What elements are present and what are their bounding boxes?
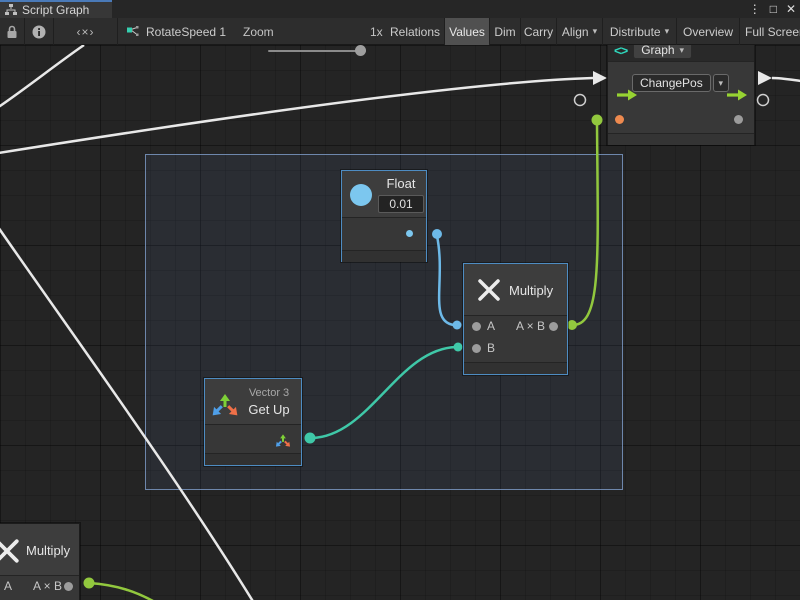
float-node-header: Float 0.01 (342, 171, 426, 218)
maximize-button[interactable]: □ (770, 0, 777, 18)
dim-toggle[interactable]: Dim (490, 18, 521, 45)
toolbar: ‹×› RotateSpeed 1 Zoom 1x Relations Valu… (0, 18, 800, 45)
graph-node-footer (608, 133, 754, 145)
wire-multiply-to-changepos[interactable] (572, 124, 598, 325)
graph-breadcrumb[interactable]: RotateSpeed 1 (127, 18, 226, 45)
tab-title: Script Graph (22, 3, 89, 17)
relations-toggle[interactable]: Relations (386, 18, 445, 45)
float-value-input[interactable]: 0.01 (378, 195, 424, 213)
zoom-slider-handle[interactable] (355, 45, 366, 56)
vector3-icon (211, 388, 239, 416)
multiply-icon (0, 538, 20, 564)
multiply-node[interactable]: Multiply A A × B B (463, 263, 568, 375)
multiply-out-port[interactable] (549, 322, 558, 331)
zoom-value: 1x (370, 25, 383, 39)
chevron-down-icon: ▾ (593, 26, 598, 37)
float-node-body (342, 218, 426, 250)
wire-float-to-multiply-a[interactable] (437, 236, 454, 325)
lock-button[interactable] (0, 18, 25, 45)
flow-wire-to-graph-node[interactable] (0, 78, 593, 154)
multiply-b-port[interactable] (472, 344, 481, 353)
changepos-caret-button[interactable]: ▾ (713, 74, 729, 92)
multiply-output-label: A × B (509, 319, 545, 333)
values-toggle[interactable]: Values (445, 18, 490, 45)
multiply-node-footer (464, 362, 567, 374)
float-node-footer (342, 250, 426, 262)
multiply2-out-port[interactable] (64, 582, 73, 591)
wire-end-multiply-a (453, 321, 462, 330)
multiply-node-body: A A × B B (464, 316, 567, 362)
distribute-dropdown[interactable]: Distribute▾ (603, 18, 677, 45)
fullscreen-button[interactable]: Full Screen (740, 18, 800, 45)
float-node[interactable]: Float 0.01 (341, 170, 427, 262)
multiply2-node-title: Multiply (26, 543, 70, 558)
vector-node-type: Vector 3 (241, 387, 297, 399)
lock-icon (6, 25, 18, 39)
wire-end-changepos (592, 115, 603, 126)
multiply2-body: A A × B (0, 576, 79, 600)
value-out-port[interactable] (734, 115, 743, 124)
unconnected-port-ring-left[interactable] (575, 95, 586, 106)
tab-bar: Script Graph ⋮ □ ✕ (0, 0, 800, 18)
wire-end-multiply-b (454, 343, 463, 352)
multiply2-a-label: A (4, 579, 12, 593)
graph-node-body: ChangePos ▾ (608, 62, 754, 133)
multiply-b-label: B (487, 341, 495, 355)
graph-asset-icon (127, 26, 139, 38)
unconnected-port-ring-right[interactable] (758, 95, 769, 106)
wire-end-multiply-out (567, 320, 577, 330)
multiply2-output-label: A × B (26, 579, 62, 593)
changepos-dropdown[interactable]: ChangePos (632, 74, 711, 92)
code-brackets-icon: ‹×› (77, 25, 95, 39)
changepos-label: ChangePos (640, 75, 703, 91)
script-graph-window: <> Graph▾ ChangePos ▾ Float 0.01 (0, 0, 800, 600)
close-button[interactable]: ✕ (786, 0, 796, 18)
vector3-out-port-icon[interactable] (275, 431, 291, 447)
code-preview-button[interactable]: ‹×› (54, 18, 118, 45)
flow-wire-topleft[interactable] (0, 45, 84, 110)
chevron-down-icon: ▾ (718, 78, 723, 89)
wire-end-multiply2-out (84, 578, 95, 589)
tab-script-graph[interactable]: Script Graph (0, 0, 112, 18)
info-icon (32, 25, 46, 39)
vector-node-footer (205, 453, 301, 465)
multiply-icon (477, 278, 501, 302)
float-node-title: Float (378, 176, 424, 191)
overview-button[interactable]: Overview (677, 18, 740, 45)
carry-toggle[interactable]: Carry (521, 18, 557, 45)
vector-node-header: Vector 3 Get Up (205, 379, 301, 425)
graph-name-label: RotateSpeed 1 (146, 25, 226, 39)
float-type-icon (350, 184, 372, 206)
multiply-a-port[interactable] (472, 322, 481, 331)
align-dropdown[interactable]: Align▾ (557, 18, 603, 45)
zoom-label: Zoom (243, 25, 274, 39)
window-controls: ⋮ □ ✕ (749, 0, 796, 18)
vector-node-title: Get Up (241, 402, 297, 417)
flow-out-port-icon[interactable] (727, 89, 747, 101)
vector-node-body (205, 425, 301, 453)
zoom-slider-track[interactable] (268, 50, 366, 52)
multiply-node-title: Multiply (509, 283, 553, 298)
multiply-node-header: Multiply (464, 264, 567, 316)
graph-hierarchy-icon (5, 4, 17, 16)
flow-wire-out-right[interactable] (772, 78, 800, 81)
float-out-port[interactable] (406, 230, 413, 237)
wire-end-float (432, 229, 442, 239)
chevron-down-icon: ▾ (665, 26, 670, 37)
flow-arrow-in-icon (593, 71, 607, 85)
multiply2-header: Multiply (0, 524, 79, 576)
multiply-node-2[interactable]: Multiply A A × B (0, 523, 80, 600)
wire-multiply2-out[interactable] (89, 583, 153, 600)
wire-end-getup (305, 433, 316, 444)
graph-event-node[interactable]: <> Graph▾ ChangePos ▾ (607, 38, 755, 145)
window-menu-button[interactable]: ⋮ (749, 0, 761, 18)
value-in-port[interactable] (615, 115, 624, 124)
wire-getup-to-multiply-b[interactable] (312, 347, 456, 438)
multiply-a-label: A (487, 319, 495, 333)
toolbar-buttons: Relations Values Dim Carry Align▾ Distri… (386, 18, 800, 45)
info-button[interactable] (25, 18, 54, 45)
flow-arrow-out-icon (758, 71, 772, 85)
vector3-getup-node[interactable]: Vector 3 Get Up (204, 378, 302, 466)
